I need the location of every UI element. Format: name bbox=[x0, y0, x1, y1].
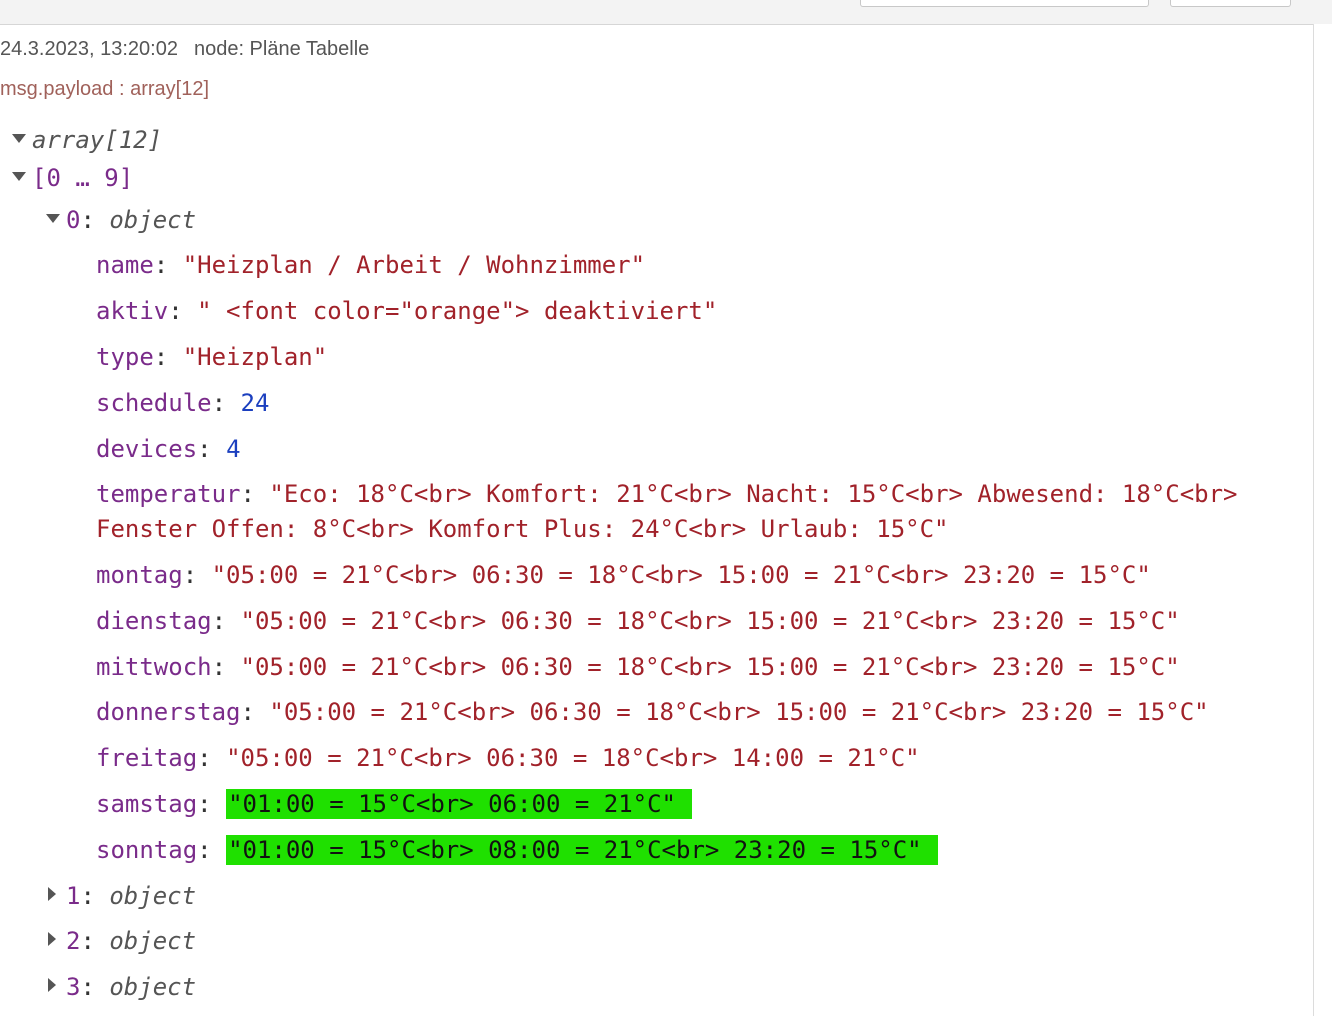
tree-item-1[interactable]: 1: object bbox=[48, 881, 196, 911]
tree-group[interactable]: [0 … 9] bbox=[12, 163, 133, 193]
property-key: montag bbox=[96, 561, 183, 589]
property-key: sonntag bbox=[96, 836, 198, 864]
property-sonntag[interactable]: sonntag: "01:00 = 15°C<br> 08:00 = 21°C<… bbox=[96, 835, 938, 865]
property-donnerstag[interactable]: donnerstag: "05:00 = 21°C<br> 06:30 = 18… bbox=[96, 697, 1209, 727]
property-value[interactable]: "01:00 = 15°C<br> 08:00 = 21°C<br> 23:20… bbox=[226, 835, 938, 865]
property-key: dienstag bbox=[96, 607, 212, 635]
property-value[interactable]: 4 bbox=[226, 435, 240, 463]
property-temperatur[interactable]: temperatur: "Eco: 18°C<br> Komfort: 21°C… bbox=[96, 477, 1246, 547]
tree-item-0[interactable]: 0: object bbox=[46, 205, 196, 235]
item-index: 0 bbox=[66, 206, 81, 234]
expand-caret-icon[interactable] bbox=[48, 887, 56, 901]
property-key: devices bbox=[96, 435, 198, 463]
property-value[interactable]: "05:00 = 21°C<br> 06:30 = 18°C<br> 15:00… bbox=[241, 653, 1180, 681]
group-range-label: [0 … 9] bbox=[32, 164, 134, 192]
property-value[interactable]: "05:00 = 21°C<br> 06:30 = 18°C<br> 15:00… bbox=[269, 698, 1208, 726]
item-index: 1 bbox=[66, 882, 81, 910]
tree-item-3[interactable]: 3: object bbox=[48, 972, 196, 1002]
property-key: temperatur bbox=[96, 480, 241, 508]
property-value[interactable]: "Heizplan / Arbeit / Wohnzimmer" bbox=[183, 251, 645, 279]
property-montag[interactable]: montag: "05:00 = 21°C<br> 06:30 = 18°C<b… bbox=[96, 560, 1151, 590]
property-freitag[interactable]: freitag: "05:00 = 21°C<br> 06:30 = 18°C<… bbox=[96, 743, 920, 773]
tree-root[interactable]: array[12] bbox=[12, 125, 162, 155]
property-key: name bbox=[96, 251, 154, 279]
item-type: object bbox=[109, 973, 197, 1001]
message-node[interactable]: node: Pläne Tabelle bbox=[194, 38, 369, 60]
item-type: object bbox=[109, 927, 197, 955]
message-meta: 24.3.2023, 13:20:02 node: Pläne Tabelle bbox=[0, 38, 369, 61]
property-key: donnerstag bbox=[96, 698, 241, 726]
property-aktiv[interactable]: aktiv: " <font color="orange"> deaktivie… bbox=[96, 296, 717, 326]
property-value[interactable]: "05:00 = 21°C<br> 06:30 = 18°C<br> 15:00… bbox=[212, 561, 1151, 589]
item-type: object bbox=[109, 206, 197, 234]
expand-caret-icon[interactable] bbox=[48, 978, 56, 992]
property-value[interactable]: "Heizplan" bbox=[183, 343, 328, 371]
item-type: object bbox=[109, 882, 197, 910]
property-type[interactable]: type: "Heizplan" bbox=[96, 342, 327, 372]
property-key: aktiv bbox=[96, 297, 169, 325]
property-name[interactable]: name: "Heizplan / Arbeit / Wohnzimmer" bbox=[96, 250, 645, 280]
message-timestamp: 24.3.2023, 13:20:02 bbox=[0, 38, 178, 60]
property-value[interactable]: "05:00 = 21°C<br> 06:30 = 18°C<br> 15:00… bbox=[241, 607, 1180, 635]
message-topic[interactable]: msg.payload : array[12] bbox=[0, 78, 209, 101]
property-schedule[interactable]: schedule: 24 bbox=[96, 388, 269, 418]
root-type-label: array[12] bbox=[32, 126, 163, 154]
property-value[interactable]: "05:00 = 21°C<br> 06:30 = 18°C<br> 14:00… bbox=[226, 744, 920, 772]
top-toolbar bbox=[0, 0, 1332, 25]
expand-caret-icon[interactable] bbox=[12, 171, 26, 181]
property-value[interactable]: 24 bbox=[241, 389, 270, 417]
property-dienstag[interactable]: dienstag: "05:00 = 21°C<br> 06:30 = 18°C… bbox=[96, 606, 1180, 636]
item-index: 3 bbox=[66, 973, 81, 1001]
tree-item-2[interactable]: 2: object bbox=[48, 926, 196, 956]
item-index: 2 bbox=[66, 927, 81, 955]
property-value[interactable]: "01:00 = 15°C<br> 06:00 = 21°C" bbox=[226, 789, 692, 819]
property-key: schedule bbox=[96, 389, 212, 417]
filter-dropdown[interactable] bbox=[860, 0, 1149, 7]
scrollbar-track[interactable] bbox=[1313, 24, 1332, 1016]
property-key: mittwoch bbox=[96, 653, 212, 681]
property-key: type bbox=[96, 343, 154, 371]
property-samstag[interactable]: samstag: "01:00 = 15°C<br> 06:00 = 21°C" bbox=[96, 789, 692, 819]
property-value[interactable]: " <font color="orange"> deaktiviert" bbox=[197, 297, 717, 325]
expand-caret-icon[interactable] bbox=[12, 133, 26, 143]
property-key: samstag bbox=[96, 790, 198, 818]
property-mittwoch[interactable]: mittwoch: "05:00 = 21°C<br> 06:30 = 18°C… bbox=[96, 652, 1180, 682]
expand-caret-icon[interactable] bbox=[48, 932, 56, 946]
property-key: freitag bbox=[96, 744, 198, 772]
property-devices[interactable]: devices: 4 bbox=[96, 434, 241, 464]
clear-button[interactable] bbox=[1170, 0, 1291, 7]
expand-caret-icon[interactable] bbox=[46, 213, 60, 223]
